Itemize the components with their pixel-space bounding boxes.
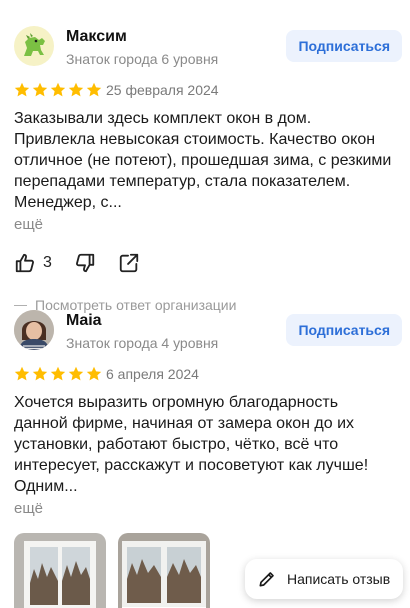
avatar[interactable]	[14, 26, 54, 66]
like-count: 3	[43, 254, 52, 271]
write-review-label: Написать отзыв	[287, 571, 391, 587]
review-card: Максим Знаток города 6 уровня Подписатьс…	[14, 24, 404, 315]
thumbs-up-icon	[15, 253, 34, 273]
share-icon	[119, 253, 139, 273]
review-text: Хочется выразить огромную благодарность …	[14, 394, 369, 495]
author-name[interactable]: Maia	[66, 312, 102, 330]
review-header: Maia Знаток города 4 уровня Подписаться	[14, 308, 404, 358]
thumbs-down-icon	[76, 253, 95, 273]
rating-row: 6 апреля 2024	[14, 362, 404, 390]
avatar[interactable]	[14, 310, 54, 350]
window-photo-1	[14, 533, 106, 608]
author-level: Знаток города 6 уровня	[66, 51, 219, 67]
subscribe-button[interactable]: Подписаться	[286, 314, 402, 346]
dash-divider	[14, 305, 27, 306]
star-icon	[68, 366, 84, 381]
review-photo[interactable]	[118, 533, 210, 608]
author-name[interactable]: Максим	[66, 28, 127, 46]
review-date: 6 апреля 2024	[106, 366, 199, 382]
star-icon	[68, 82, 84, 97]
subscribe-button[interactable]: Подписаться	[286, 30, 402, 62]
dinosaur-icon	[24, 33, 45, 56]
share-button[interactable]	[118, 251, 140, 275]
more-link[interactable]: ещё	[14, 499, 404, 519]
star-icon	[86, 366, 102, 381]
star-icon	[50, 82, 66, 97]
user-photo-icon	[14, 310, 54, 350]
star-rating	[14, 366, 102, 382]
rating-row: 25 февраля 2024	[14, 78, 404, 106]
star-icon	[86, 82, 102, 97]
review-actions: 3	[14, 251, 404, 295]
dislike-button[interactable]	[74, 251, 96, 275]
write-review-button[interactable]: Написать отзыв	[245, 559, 403, 599]
author-level: Знаток города 4 уровня	[66, 335, 219, 351]
star-icon	[14, 366, 30, 381]
like-button[interactable]: 3	[14, 251, 52, 275]
review-photo[interactable]	[14, 533, 106, 608]
star-icon	[32, 366, 48, 381]
star-icon	[32, 82, 48, 97]
star-icon	[14, 82, 30, 97]
star-rating	[14, 82, 102, 98]
star-icon	[50, 366, 66, 381]
review-date: 25 февраля 2024	[106, 82, 219, 98]
review-text: Заказывали здесь комплект окон в дом. Пр…	[14, 110, 392, 211]
window-photo-2	[118, 533, 210, 608]
pencil-icon	[259, 572, 274, 587]
review-header: Максим Знаток города 6 уровня Подписатьс…	[14, 24, 404, 74]
more-link[interactable]: ещё	[14, 215, 404, 235]
